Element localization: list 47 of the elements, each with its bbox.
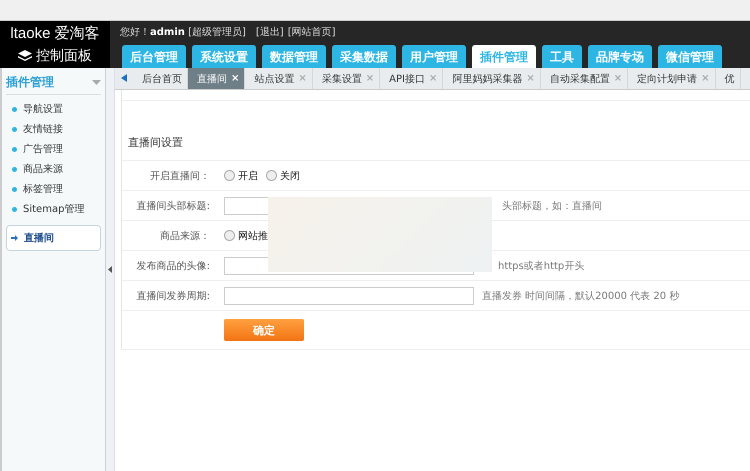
bullet-icon	[12, 106, 17, 112]
header-link[interactable]: [网站首页]	[288, 25, 336, 39]
page-tab[interactable]: 定向计划申请 ×	[628, 68, 716, 89]
sidebar-item[interactable]: 导航设置	[6, 99, 101, 119]
sidebar-item[interactable]: Sitemap管理	[6, 199, 101, 219]
sidebar-item[interactable]: 广告管理	[6, 139, 101, 159]
input-field[interactable]	[224, 286, 474, 304]
field-label: 开启直播间：	[149, 170, 211, 182]
bullet-icon	[12, 186, 17, 192]
page-tab[interactable]: 直播间 ×	[188, 68, 246, 89]
page-tab[interactable]: 阿里妈妈采集器 ×	[443, 68, 541, 89]
caret-icon[interactable]	[92, 80, 101, 85]
radio-option[interactable]: 网站推	[224, 228, 268, 242]
radio-option[interactable]: 关闭	[266, 168, 300, 182]
field-label: 直播间头部标题:	[136, 200, 211, 212]
left-caret-icon	[108, 266, 112, 273]
scroll-left-icon[interactable]	[121, 74, 127, 82]
field-label: 直播间发券周期:	[136, 290, 211, 302]
panel-title: 控制面板	[36, 47, 92, 65]
field-hint: https或者http开头	[498, 260, 584, 272]
close-icon[interactable]: ×	[231, 73, 240, 84]
page-tab[interactable]: 站点设置 ×	[245, 68, 313, 89]
bullet-icon	[12, 166, 17, 172]
layers-icon	[18, 50, 32, 62]
page-tab[interactable]: API接口 ×	[380, 68, 444, 89]
header-link[interactable]: [退出]	[256, 25, 284, 39]
bullet-icon	[12, 206, 17, 212]
sidebar-item[interactable]: 标签管理	[6, 179, 101, 199]
arrow-icon	[11, 235, 18, 241]
bullet-icon	[12, 126, 17, 132]
page-tab[interactable]: 自动采集配置 ×	[540, 68, 628, 89]
page-tab[interactable]: 采集设置 ×	[312, 68, 380, 89]
field-label: 发布商品的头像:	[136, 260, 211, 272]
sidebar-title: 插件管理	[6, 74, 54, 91]
sidebar-item[interactable]: 直播间	[6, 225, 101, 251]
field-hint: 头部标题，如：直播间	[502, 200, 602, 212]
form-title: 直播间设置	[122, 100, 750, 161]
greeting-text: 您好！admin [超级管理员]	[120, 26, 246, 39]
radio-option[interactable]: 开启	[224, 168, 258, 182]
bullet-icon	[12, 146, 17, 152]
sidebar-item[interactable]: 商品来源	[6, 159, 101, 179]
logo-text: ltaoke 爱淘客	[10, 24, 100, 43]
field-hint: 直播发券 时间间隔，默认20000 代表 20 秒	[482, 290, 680, 302]
field-label: 商品来源：	[159, 230, 211, 242]
collapse-handle[interactable]	[106, 68, 115, 471]
page-tab[interactable]: 优	[716, 68, 741, 89]
sidebar-item[interactable]: 友情链接	[6, 119, 101, 139]
